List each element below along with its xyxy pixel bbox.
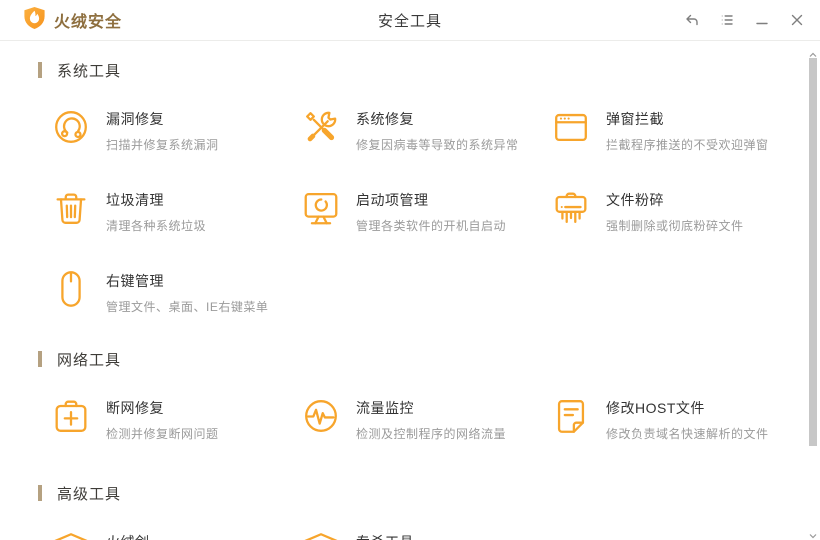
tool-desc: 扫描并修复系统漏洞	[106, 138, 219, 152]
scrollbar-thumb[interactable]	[809, 58, 817, 446]
tool-text: 启动项管理管理各类软件的开机自启动	[356, 187, 506, 234]
tool-desc: 修改负责域名快速解析的文件	[606, 427, 769, 441]
section-title: 网络工具	[57, 351, 122, 369]
huorong-security-window: 火绒安全 安全工具 系统工具 漏洞修复 扫描并修复系统漏洞 系统修复 修复因病毒…	[0, 0, 820, 540]
section-header: 网络工具	[38, 349, 806, 369]
tool-title: 系统修复	[356, 111, 414, 127]
section-accent-bar	[38, 62, 42, 78]
menu-button[interactable]	[709, 0, 744, 40]
tool-text: 垃圾清理清理各种系统垃圾	[106, 187, 206, 234]
tool-text: 断网修复检测并修复断网问题	[106, 395, 219, 442]
tool-item[interactable]: 弹窗拦截拦截程序推送的不受欢迎弹窗	[550, 106, 800, 153]
tool-desc: 管理各类软件的开机自启动	[356, 219, 507, 233]
tool-desc: 修复因病毒等导致的系统异常	[356, 138, 519, 152]
vulnerability-fix-icon	[50, 106, 92, 148]
tool-desc: 检测并修复断网问题	[106, 427, 219, 441]
tool-text: 漏洞修复扫描并修复系统漏洞	[106, 106, 219, 153]
tool-desc: 拦截程序推送的不受欢迎弹窗	[606, 138, 769, 152]
network-repair-icon	[50, 395, 92, 437]
tool-text: 右键管理管理文件、桌面、IE右键菜单	[106, 268, 268, 315]
window-controls	[674, 0, 820, 40]
tool-title: 垃圾清理	[106, 192, 164, 208]
menu-list-icon	[719, 12, 735, 28]
tool-title: 文件粉碎	[606, 192, 664, 208]
brand-name: 火绒安全	[54, 14, 123, 31]
tool-title: 漏洞修复	[106, 111, 164, 127]
file-shredder-icon	[550, 187, 592, 229]
popup-blocker-icon	[550, 106, 592, 148]
tool-desc: 强制删除或彻底粉碎文件	[606, 219, 744, 233]
tool-text: 弹窗拦截拦截程序推送的不受欢迎弹窗	[606, 106, 769, 153]
tool-text: 流量监控检测及控制程序的网络流量	[356, 395, 506, 442]
tool-title: 专杀工具	[356, 532, 414, 540]
tool-item[interactable]: 文件粉碎强制删除或彻底粉碎文件	[550, 187, 800, 234]
tool-item[interactable]: 断网修复检测并修复断网问题	[50, 395, 300, 442]
tool-item[interactable]: 专杀工具	[300, 529, 550, 540]
tool-title: 启动项管理	[356, 192, 429, 208]
tool-text: 专杀工具	[356, 529, 414, 540]
tool-title: 流量监控	[356, 400, 414, 416]
section-header: 高级工具	[38, 483, 806, 503]
tool-item[interactable]: 漏洞修复扫描并修复系统漏洞	[50, 106, 300, 153]
tool-desc: 管理文件、桌面、IE右键菜单	[106, 300, 269, 314]
tool-title: 火绒剑	[106, 532, 150, 540]
tool-title: 右键管理	[106, 273, 164, 289]
tool-item[interactable]: 火绒剑	[50, 529, 300, 540]
tool-item[interactable]: 流量监控检测及控制程序的网络流量	[300, 395, 550, 442]
tool-title: 弹窗拦截	[606, 111, 664, 127]
back-icon	[684, 12, 700, 28]
tool-desc: 清理各种系统垃圾	[106, 219, 207, 233]
minimize-icon	[754, 12, 770, 28]
section-accent-bar	[38, 485, 42, 501]
section-header: 系统工具	[38, 60, 806, 80]
tool-item[interactable]: 垃圾清理清理各种系统垃圾	[50, 187, 300, 234]
traffic-monitor-icon	[300, 395, 342, 437]
startup-manager-icon	[300, 187, 342, 229]
host-file-icon	[550, 395, 592, 437]
scrollbar	[806, 42, 820, 540]
section-items: 漏洞修复扫描并修复系统漏洞 系统修复修复因病毒等导致的系统异常 弹窗拦截拦截程序推送…	[38, 106, 806, 349]
tool-text: 文件粉碎强制删除或彻底粉碎文件	[606, 187, 744, 234]
section-title: 高级工具	[57, 485, 122, 503]
special-kill-icon	[300, 529, 342, 540]
tool-item[interactable]: 右键管理管理文件、桌面、IE右键菜单	[50, 268, 300, 315]
tool-item[interactable]: 修改HOST文件修改负责域名快速解析的文件	[550, 395, 800, 442]
section: 高级工具火绒剑 专杀工具	[38, 483, 806, 540]
tool-text: 系统修复修复因病毒等导致的系统异常	[356, 106, 519, 153]
tool-title: 修改HOST文件	[606, 400, 705, 416]
tool-item[interactable]: 启动项管理管理各类软件的开机自启动	[300, 187, 550, 234]
tool-text: 火绒剑	[106, 529, 150, 540]
tool-desc: 检测及控制程序的网络流量	[356, 427, 507, 441]
section: 系统工具漏洞修复扫描并修复系统漏洞 系统修复修复因病毒等导致的系统异常 弹窗拦截拦截…	[38, 60, 806, 349]
brand: 火绒安全	[0, 5, 122, 36]
minimize-button[interactable]	[744, 0, 779, 40]
junk-clean-icon	[50, 187, 92, 229]
scroll-down-icon[interactable]	[808, 527, 818, 539]
tool-text: 修改HOST文件修改负责域名快速解析的文件	[606, 395, 769, 442]
tool-item[interactable]: 系统修复修复因病毒等导致的系统异常	[300, 106, 550, 153]
huorong-logo-icon	[22, 5, 47, 36]
section-items: 断网修复检测并修复断网问题 流量监控检测及控制程序的网络流量 修改HOST文件修改负…	[38, 395, 806, 476]
section-title: 系统工具	[57, 62, 122, 80]
close-icon	[789, 12, 805, 28]
close-button[interactable]	[779, 0, 814, 40]
titlebar: 火绒安全 安全工具	[0, 0, 820, 41]
back-button[interactable]	[674, 0, 709, 40]
system-repair-icon	[300, 106, 342, 148]
section: 网络工具断网修复检测并修复断网问题 流量监控检测及控制程序的网络流量 修改HOST文…	[38, 349, 806, 476]
huorong-sword-icon	[50, 529, 92, 540]
tools-list: 系统工具漏洞修复扫描并修复系统漏洞 系统修复修复因病毒等导致的系统异常 弹窗拦截拦截…	[0, 41, 820, 540]
section-items: 火绒剑 专杀工具	[38, 529, 806, 540]
context-menu-manager-icon	[50, 268, 92, 310]
section-accent-bar	[38, 351, 42, 367]
tool-title: 断网修复	[106, 400, 164, 416]
scroll-up-icon[interactable]	[808, 46, 818, 57]
